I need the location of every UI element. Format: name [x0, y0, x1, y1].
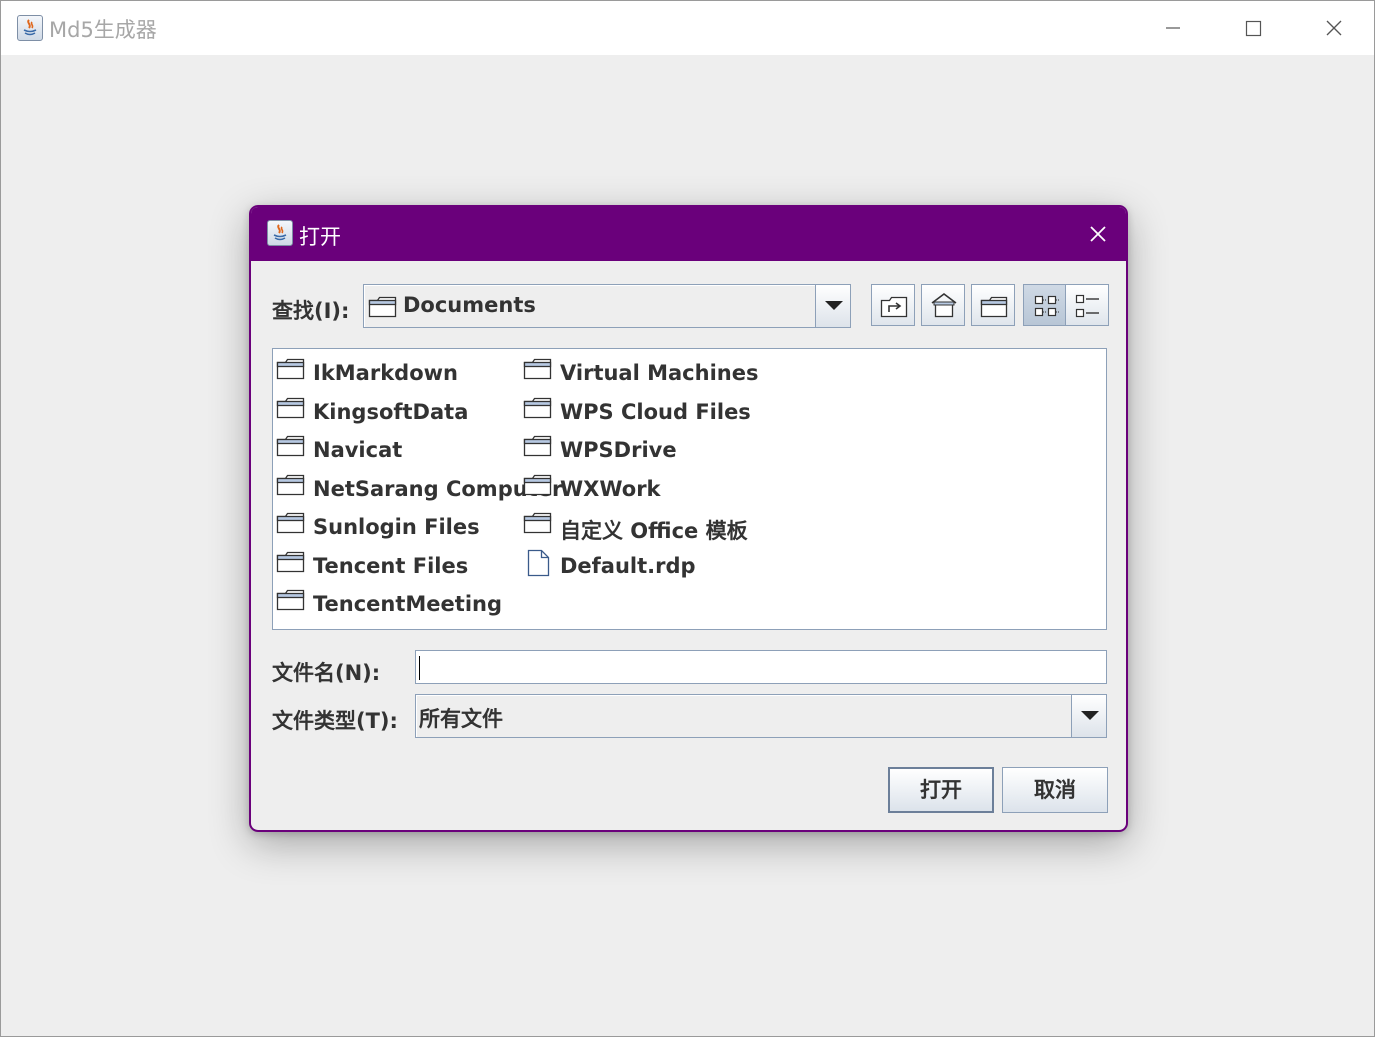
item-name: Tencent Files	[313, 553, 469, 578]
file-type-dropdown-button[interactable]	[1071, 694, 1107, 738]
folder-icon	[276, 356, 306, 387]
details-view-icon	[1075, 294, 1099, 318]
folder-icon	[276, 549, 306, 580]
new-folder-button[interactable]	[971, 284, 1015, 326]
dialog-close-button[interactable]	[1080, 216, 1116, 252]
item-name: IkMarkdown	[313, 361, 458, 385]
home-button[interactable]	[921, 284, 965, 326]
main-titlebar[interactable]: Md5生成器	[1, 1, 1374, 55]
folder-icon	[523, 395, 553, 426]
folder-icon	[276, 433, 306, 464]
item-name: Sunlogin Files	[313, 515, 480, 539]
folder-icon	[276, 472, 306, 503]
folder-icon	[276, 510, 306, 541]
folder-icon	[368, 296, 397, 318]
dialog-titlebar[interactable]: 打开	[251, 207, 1126, 261]
look-in-label: 查找(I):	[272, 299, 350, 323]
open-button[interactable]: 打开	[888, 767, 994, 813]
folder-icon	[523, 356, 553, 387]
item-name: Virtual Machines	[560, 361, 759, 385]
open-file-dialog: 打开 查找(I): Documents IkMarkdown KingsoftD…	[249, 205, 1128, 832]
item-name: WXWork	[560, 476, 661, 501]
item-name: Navicat	[313, 438, 403, 462]
item-name: TencentMeeting	[313, 592, 503, 616]
folder-icon	[523, 510, 553, 541]
list-view-button[interactable]	[1023, 284, 1067, 326]
home-icon	[931, 293, 957, 318]
new-folder-icon	[980, 296, 1008, 318]
dialog-title: 打开	[299, 225, 341, 249]
up-one-level-icon	[880, 296, 908, 318]
item-name: Default.rdp	[560, 553, 696, 578]
close-icon	[1090, 226, 1106, 242]
folder-icon	[276, 587, 306, 618]
maximize-button[interactable]	[1230, 11, 1276, 45]
item-name: KingsoftData	[313, 399, 469, 424]
file-name-input[interactable]	[415, 650, 1107, 684]
item-name: 自定义 Office 模板	[560, 519, 748, 543]
close-icon	[1326, 20, 1342, 36]
maximize-icon	[1245, 20, 1262, 37]
cancel-button[interactable]: 取消	[1002, 767, 1108, 813]
file-name-label: 文件名(N):	[272, 661, 381, 685]
item-name: WPS Cloud Files	[560, 399, 751, 424]
folder-icon	[523, 472, 553, 503]
details-view-button[interactable]	[1065, 284, 1109, 326]
close-button[interactable]	[1311, 11, 1357, 45]
java-app-icon	[267, 220, 293, 246]
item-name: WPSDrive	[560, 438, 677, 462]
up-one-level-button[interactable]	[871, 284, 915, 326]
window-title: Md5生成器	[49, 18, 157, 42]
folder-icon	[276, 395, 306, 426]
look-in-value: Documents	[403, 293, 536, 317]
text-caret	[419, 656, 420, 680]
document-icon	[523, 549, 553, 582]
file-list[interactable]: IkMarkdown KingsoftData Navicat NetSarang C…	[272, 348, 1107, 630]
look-in-dropdown-button[interactable]	[815, 284, 851, 328]
minimize-button[interactable]	[1150, 11, 1196, 45]
list-view-icon	[1034, 295, 1059, 317]
file-type-combo[interactable]: 所有文件	[415, 694, 1107, 738]
file-type-value: 所有文件	[419, 707, 503, 731]
minimize-icon	[1166, 27, 1180, 29]
folder-icon	[523, 433, 553, 464]
look-in-combo[interactable]: Documents	[363, 284, 851, 328]
file-type-label: 文件类型(T):	[272, 709, 398, 733]
java-app-icon	[17, 15, 43, 41]
